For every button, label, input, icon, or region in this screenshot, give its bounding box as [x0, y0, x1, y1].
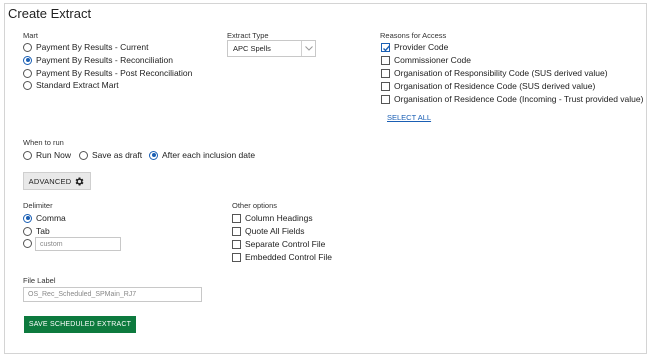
save-scheduled-extract-button[interactable]: SAVE SCHEDULED EXTRACT	[24, 316, 136, 333]
radio-button[interactable]	[23, 150, 32, 160]
after-inclusion-date-option[interactable]: After each inclusion date	[149, 150, 255, 160]
advanced-button[interactable]: ADVANCED	[23, 172, 91, 190]
chevron-down-icon[interactable]	[301, 41, 315, 56]
reason-org-responsibility[interactable]: Organisation of Responsibility Code (SUS…	[381, 68, 608, 78]
save-button-label: SAVE SCHEDULED EXTRACT	[28, 321, 132, 328]
delimiter-tab-option[interactable]: Tab	[23, 226, 50, 236]
run-option-label: After each inclusion date	[162, 150, 256, 160]
mart-option-label: Payment By Results - Current	[36, 42, 149, 52]
checkbox[interactable]	[232, 226, 241, 236]
mart-option-post-reconciliation[interactable]: Payment By Results - Post Reconciliation	[23, 68, 192, 78]
mart-option-label: Standard Extract Mart	[36, 80, 119, 90]
reason-option-label: Organisation of Residence Code (SUS deri…	[394, 81, 596, 91]
mart-label: Mart	[23, 31, 38, 40]
checkbox[interactable]	[232, 239, 241, 249]
file-label-input[interactable]: OS_Rec_Scheduled_SPMain_RJ7	[23, 287, 202, 302]
other-option-label: Quote All Fields	[245, 226, 305, 236]
gear-icon	[75, 176, 84, 186]
mart-option-standard[interactable]: Standard Extract Mart	[23, 80, 119, 90]
checkbox[interactable]	[381, 94, 390, 104]
custom-delimiter-input[interactable]: custom	[35, 237, 121, 251]
reasons-label: Reasons for Access	[380, 31, 447, 40]
checkbox[interactable]	[232, 252, 241, 262]
delimiter-option-label: Comma	[36, 213, 66, 223]
radio-button[interactable]	[79, 150, 88, 160]
delimiter-comma-option[interactable]: Comma	[23, 213, 66, 223]
other-option-label: Separate Control File	[245, 239, 326, 249]
run-option-label: Save as draft	[92, 150, 143, 160]
radio-button[interactable]	[23, 80, 32, 90]
file-label-value: OS_Rec_Scheduled_SPMain_RJ7	[28, 291, 137, 298]
checkbox[interactable]	[381, 68, 390, 78]
reason-org-residence-sus[interactable]: Organisation of Residence Code (SUS deri…	[381, 81, 595, 91]
run-option-label: Run Now	[36, 150, 71, 160]
file-label-label: File Label	[23, 276, 56, 285]
checkbox[interactable]	[232, 213, 241, 223]
reason-org-residence-trust[interactable]: Organisation of Residence Code (Incoming…	[381, 94, 643, 104]
column-headings-option[interactable]: Column Headings	[232, 213, 313, 223]
delimiter-label: Delimiter	[23, 201, 53, 210]
radio-button[interactable]	[23, 42, 32, 52]
extract-type-select[interactable]: APC Spells	[227, 40, 316, 57]
run-now-option[interactable]: Run Now	[23, 150, 71, 160]
radio-button[interactable]	[23, 226, 32, 236]
reason-commissioner-code[interactable]: Commissioner Code	[381, 55, 471, 65]
mart-option-reconciliation[interactable]: Payment By Results - Reconciliation	[23, 55, 173, 65]
separate-control-file-option[interactable]: Separate Control File	[232, 239, 325, 249]
reason-option-label: Commissioner Code	[394, 55, 471, 65]
delimiter-option-label: Tab	[36, 226, 50, 236]
checkbox[interactable]	[381, 81, 390, 91]
radio-button[interactable]	[23, 239, 32, 248]
extract-type-label: Extract Type	[227, 31, 269, 40]
other-options-label: Other options	[232, 201, 278, 210]
radio-button-selected[interactable]	[149, 150, 158, 160]
radio-button-selected[interactable]	[23, 213, 32, 223]
checkmark-icon	[383, 44, 391, 52]
reason-option-label: Organisation of Residence Code (Incoming…	[394, 94, 644, 104]
page-title: Create Extract	[8, 6, 92, 21]
checkbox[interactable]	[381, 55, 390, 65]
when-to-run-label: When to run	[23, 138, 64, 147]
reason-option-label: Organisation of Responsibility Code (SUS…	[394, 68, 608, 78]
mart-option-label: Payment By Results - Post Reconciliation	[36, 68, 193, 78]
extract-type-value: APC Spells	[233, 44, 271, 53]
mart-option-current[interactable]: Payment By Results - Current	[23, 42, 148, 52]
other-option-label: Column Headings	[245, 213, 313, 223]
checkbox-checked[interactable]	[381, 42, 391, 52]
advanced-button-label: ADVANCED	[28, 176, 72, 186]
mart-option-label: Payment By Results - Reconciliation	[36, 55, 174, 65]
radio-button-selected[interactable]	[23, 55, 32, 65]
radio-button[interactable]	[23, 68, 32, 78]
embedded-control-file-option[interactable]: Embedded Control File	[232, 252, 332, 262]
quote-all-fields-option[interactable]: Quote All Fields	[232, 226, 305, 236]
other-option-label: Embedded Control File	[245, 252, 332, 262]
select-all-link[interactable]: SELECT ALL	[387, 113, 431, 122]
reason-provider-code[interactable]: Provider Code	[381, 42, 448, 52]
custom-delimiter-placeholder: custom	[40, 240, 63, 248]
save-as-draft-option[interactable]: Save as draft	[79, 150, 142, 160]
reason-option-label: Provider Code	[394, 42, 449, 52]
